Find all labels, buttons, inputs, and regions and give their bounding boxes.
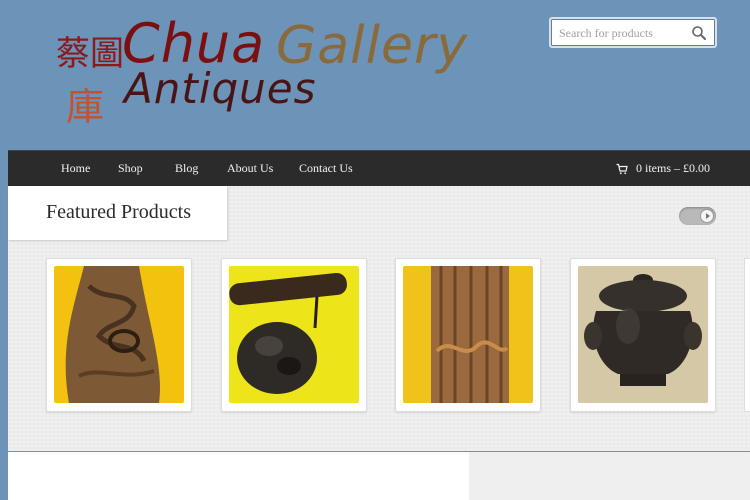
nav-contact-us[interactable]: Contact Us	[299, 161, 353, 176]
content-area-left	[8, 452, 469, 500]
product-card-1[interactable]	[46, 258, 192, 412]
site-logo[interactable]: 蔡圖 庫 Chua Gallery Antiques	[50, 12, 490, 129]
cart-summary: 0 items – £0.00	[636, 161, 710, 175]
product-card-3[interactable]	[395, 258, 541, 412]
search-box	[549, 17, 717, 48]
logo-word-antiques: Antiques	[124, 64, 317, 113]
content-area-right	[469, 452, 750, 500]
logo-chinese-top: 蔡圖	[56, 34, 124, 74]
nav-blog[interactable]: Blog	[175, 161, 198, 176]
nav-about-us[interactable]: About Us	[227, 161, 273, 176]
cart-icon	[616, 163, 628, 174]
product-image-2[interactable]	[229, 266, 359, 403]
main-navigation: Home Shop Blog About Us Contact Us 0 ite…	[8, 150, 750, 186]
nav-home[interactable]: Home	[61, 161, 90, 176]
search-input[interactable]	[559, 24, 689, 42]
nav-shop[interactable]: Shop	[118, 161, 143, 176]
product-image-4[interactable]	[578, 266, 708, 403]
product-image-3[interactable]	[403, 266, 533, 403]
featured-section: Featured Products	[8, 186, 750, 451]
product-card-5-partial[interactable]	[744, 258, 750, 412]
product-image-1[interactable]	[54, 266, 184, 403]
product-card-2[interactable]	[221, 258, 367, 412]
logo-chinese-bottom: 庫	[66, 85, 105, 129]
featured-tab: Featured Products	[8, 186, 227, 240]
featured-title: Featured Products	[46, 201, 191, 223]
play-icon	[700, 209, 714, 223]
cart-link[interactable]: 0 items – £0.00	[616, 161, 710, 176]
product-card-4[interactable]	[570, 258, 716, 412]
search-icon[interactable]	[691, 25, 707, 41]
slideshow-toggle[interactable]	[679, 207, 716, 225]
